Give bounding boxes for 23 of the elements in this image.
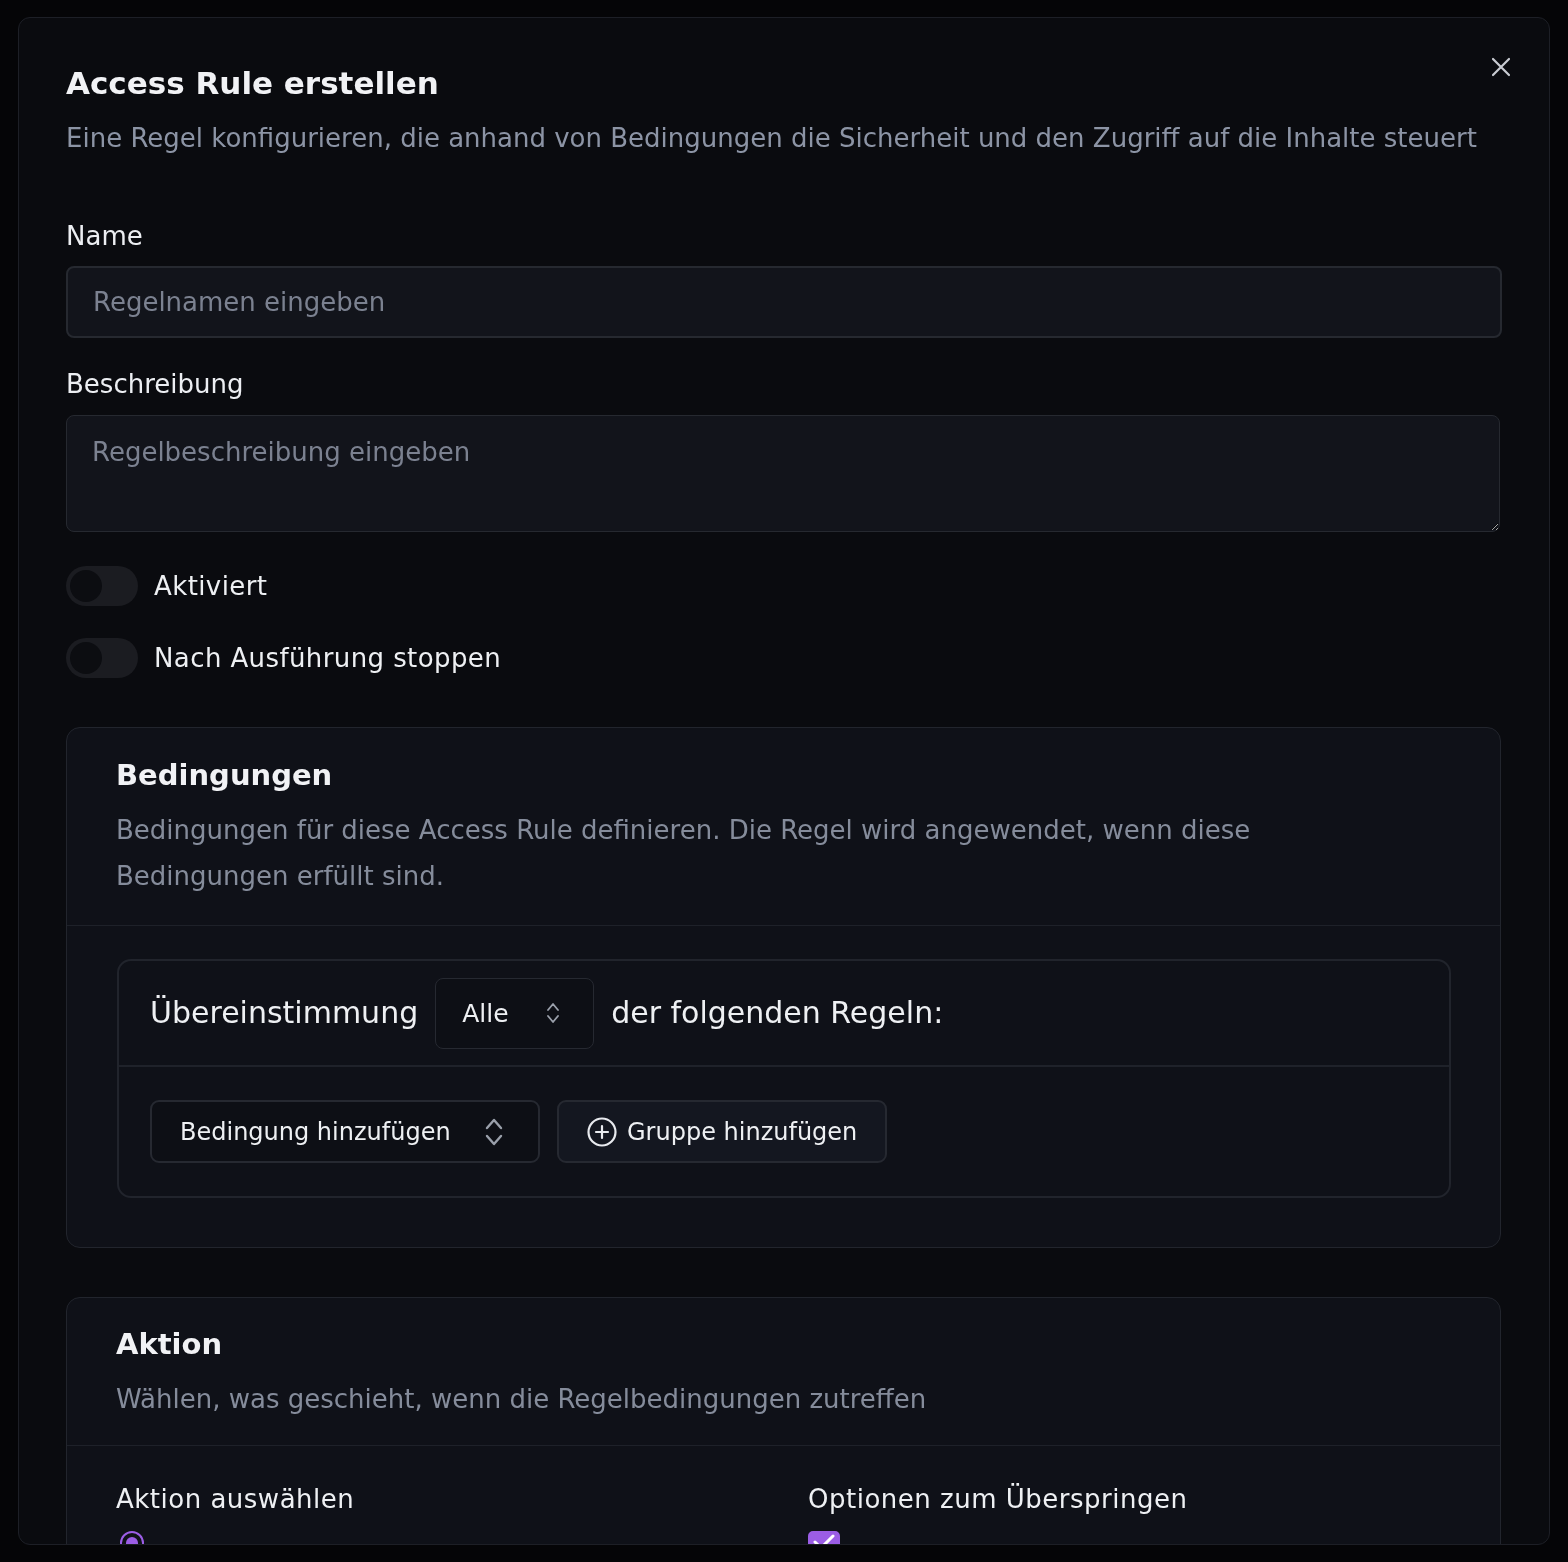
add-group-button[interactable]: Gruppe hinzufügen (557, 1100, 888, 1163)
chevron-up-down-icon (547, 1002, 560, 1024)
description-textarea[interactable]: Regelbeschreibung eingeben (66, 415, 1500, 532)
field-label: Beschreibung (66, 368, 245, 400)
section-heading: Aktion auswählen (116, 1483, 356, 1515)
card-title: Bedingungen (116, 757, 334, 793)
name-input[interactable]: Regelnamen eingeben (66, 266, 1502, 338)
add-condition-select[interactable]: Bedingung hinzufügen (150, 1100, 540, 1163)
field-label: Name (66, 220, 144, 252)
dialog-title: Access Rule erstellen (66, 65, 440, 101)
dialog-subtitle: Eine Regel konfigurieren, die anhand von Bedingungen die Sicherheit und den Zugriff auf die Inhalte steuert (66, 122, 1478, 155)
match-label: Übereinstimmung (150, 994, 419, 1032)
match-select[interactable]: Alle (435, 977, 595, 1049)
section-heading: Optionen zum Überspringen (808, 1483, 1189, 1515)
toggle-label: Aktiviert (154, 570, 268, 602)
toggle-label: Nach Ausführung stoppen (154, 642, 502, 674)
close-icon[interactable] (1491, 57, 1511, 77)
chevron-up-down-icon (484, 1116, 504, 1147)
match-suffix-label: der folgenden Regeln: (611, 994, 944, 1032)
card-description: Wählen, was geschieht, wenn die Regelbedingungen zutreffen (116, 1383, 928, 1416)
card-title: Aktion (116, 1326, 224, 1362)
plus-circle-icon (587, 1116, 617, 1147)
card-description: Bedingungen für diese Access Rule definieren. Die Regel wird angewendet, wenn diese Bedingungen erfüllt sind. (116, 814, 1252, 893)
